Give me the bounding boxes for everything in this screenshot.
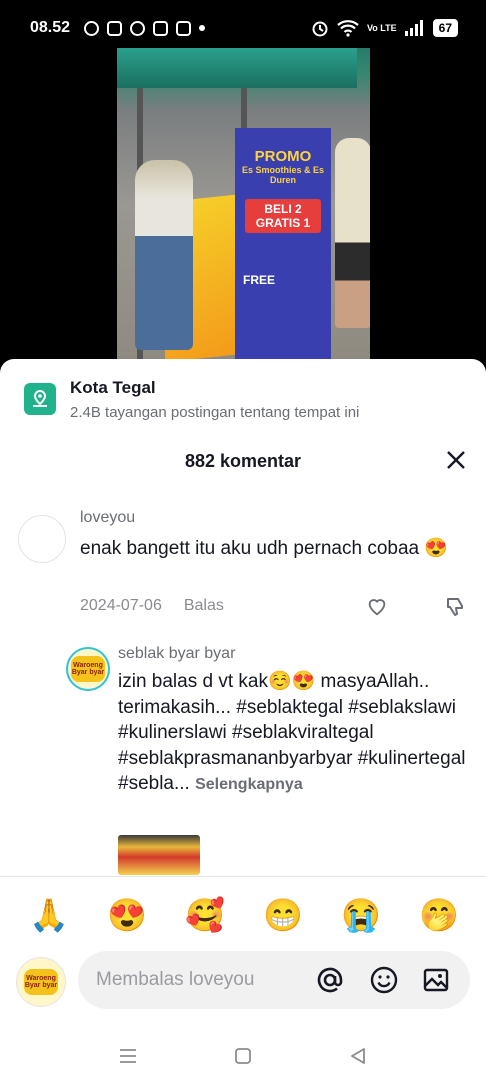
emoji-hand-over-mouth[interactable]: 🤭: [418, 897, 460, 933]
reply-input-box[interactable]: [78, 951, 470, 1009]
location-pin-icon: [24, 383, 56, 415]
mention-icon[interactable]: [314, 964, 346, 996]
avatar[interactable]: [18, 515, 66, 563]
signal-icon: [404, 20, 423, 36]
alarm-icon: [312, 21, 328, 37]
network-type: Vo LTE: [366, 22, 397, 33]
back-button[interactable]: [346, 1044, 370, 1068]
screen: 08.52 Vo LTE 67 PROMO Es Smoothies & Es …: [0, 0, 486, 1080]
home-button[interactable]: [231, 1044, 255, 1068]
reply-username[interactable]: seblak byar byar: [118, 645, 235, 663]
waroeng-logo: Waroeng Byar byar: [71, 656, 105, 682]
bystander-figure: [335, 138, 370, 328]
waroeng-logo: Waroeng Byar byar: [24, 969, 58, 995]
stall-roof: [117, 48, 357, 88]
reply-image-thumbnail[interactable]: [118, 835, 200, 875]
image-icon[interactable]: [420, 964, 452, 996]
place-info: Kota Tegal 2.4B tayangan postingan tenta…: [70, 378, 359, 421]
emoji-smiling-hearts[interactable]: 🥰: [184, 897, 226, 933]
whatsapp-icon: [84, 20, 100, 36]
comment-count-title: 882 komentar: [184, 451, 302, 471]
see-more-link[interactable]: Selengkapnya: [195, 776, 303, 793]
back-triangle-icon: [351, 1048, 366, 1064]
emoji-grin[interactable]: 😁: [262, 897, 304, 933]
reply-button[interactable]: Balas: [184, 597, 224, 615]
comment-meta: 2024-07-06 Balas: [80, 597, 224, 615]
dislike-icon[interactable]: [444, 595, 468, 619]
heart-icon[interactable]: [366, 595, 388, 617]
close-icon: [447, 451, 465, 469]
menu-icon: [119, 1049, 136, 1063]
shop-icon: [153, 20, 169, 36]
emoji-pray[interactable]: 🙏: [28, 897, 70, 933]
comment-text: enak bangett itu aku udh pernach cobaa 😍: [80, 538, 449, 559]
customer-figure: [135, 160, 193, 350]
more-notifications-icon: [199, 25, 206, 31]
status-time: 08.52: [30, 19, 71, 36]
reply-input[interactable]: [96, 969, 316, 991]
instagram-icon: [107, 20, 123, 36]
place-title: Kota Tegal: [70, 377, 156, 397]
avatar: Waroeng Byar byar: [16, 957, 66, 1007]
avatar[interactable]: Waroeng Byar byar: [66, 647, 110, 691]
comment-date: 2024-07-06: [80, 597, 162, 614]
divider: [0, 876, 486, 877]
emoji-heart-eyes[interactable]: 😍: [106, 897, 148, 933]
status-right: Vo LTE 67: [311, 19, 458, 37]
video-preview[interactable]: PROMO Es Smoothies & Es Duren BELI 2 GRA…: [117, 48, 370, 362]
quick-emoji-bar: 🙏 😍 🥰 😁 😭 🤭: [28, 897, 460, 933]
promo-subtitle: Es Smoothies & Es Duren: [241, 165, 325, 185]
cart-icon: [176, 20, 192, 36]
reply-input-row: Waroeng Byar byar: [16, 951, 472, 1011]
place-row[interactable]: Kota Tegal 2.4B tayangan postingan tenta…: [24, 377, 464, 421]
emoji-icon[interactable]: [368, 964, 400, 996]
system-nav-bar: [0, 1031, 486, 1080]
battery-level: 67: [432, 19, 458, 37]
home-square-icon: [235, 1048, 251, 1064]
comments-sheet: Kota Tegal 2.4B tayangan postingan tenta…: [0, 359, 486, 1080]
promo-title: PROMO: [254, 148, 312, 165]
place-subtitle: 2.4B tayangan postingan tentang tempat i…: [70, 403, 360, 421]
comment-username[interactable]: loveyou: [80, 509, 135, 527]
recent-apps-button[interactable]: [116, 1044, 140, 1068]
promo-offer: BELI 2 GRATIS 1: [245, 199, 321, 233]
notification-icons: [84, 20, 206, 36]
promo-banner: PROMO Es Smoothies & Es Duren BELI 2 GRA…: [235, 128, 331, 360]
wifi-icon: [337, 20, 359, 37]
github-icon: [130, 20, 146, 36]
reply-text: izin balas d vt kak☺️😍 masyaAllah.. teri…: [118, 669, 474, 798]
promo-free: FREE: [243, 273, 276, 287]
emoji-crying[interactable]: 😭: [340, 897, 382, 933]
close-button[interactable]: [444, 449, 468, 473]
